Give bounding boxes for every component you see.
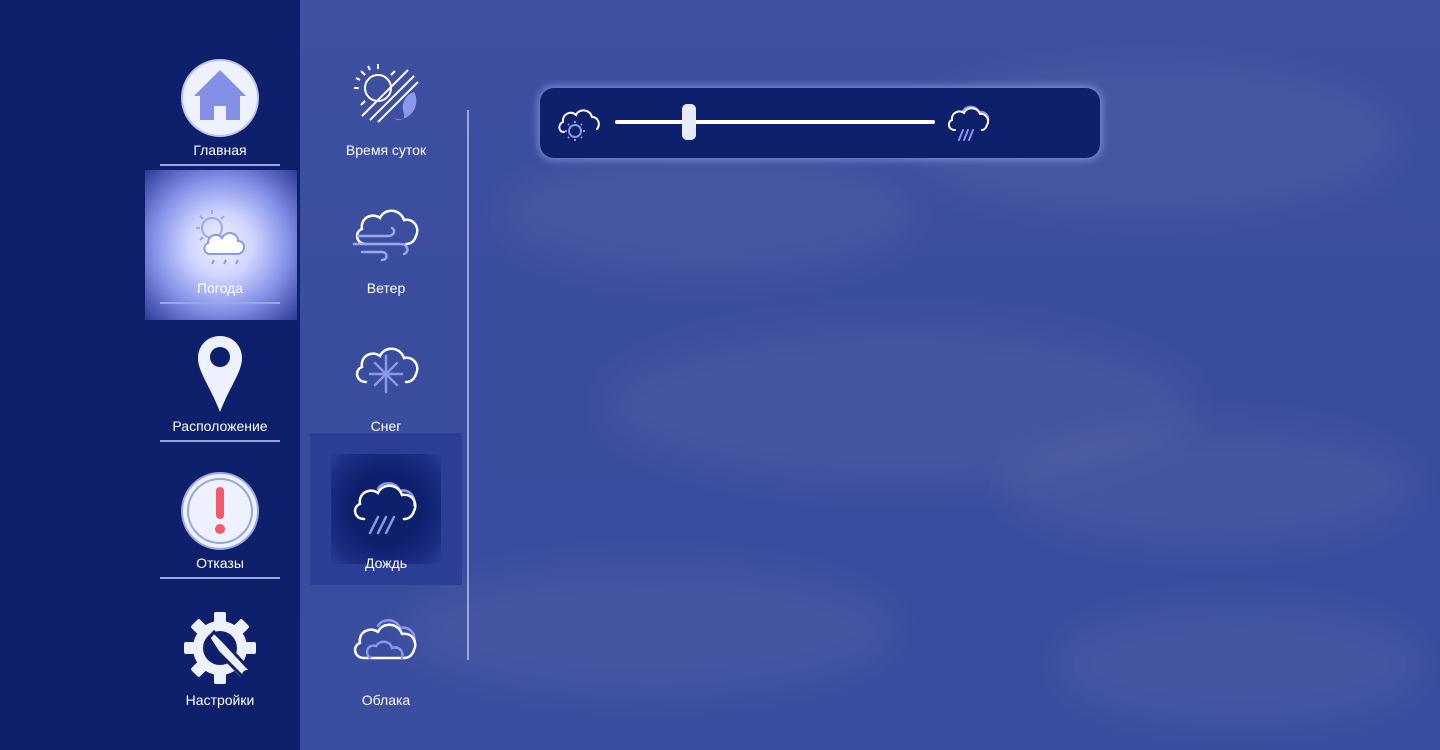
nav-divider: [160, 577, 280, 579]
rain-intensity-slider[interactable]: [615, 104, 935, 140]
home-icon: [181, 59, 259, 137]
slider-thumb[interactable]: [681, 104, 696, 140]
nav-divider: [160, 302, 280, 304]
nav-label-weather: Погода: [196, 280, 244, 296]
nav-item-location[interactable]: Расположение: [160, 308, 280, 446]
rain-cloud-icon: [353, 482, 417, 535]
snow-cloud-icon: [355, 347, 419, 394]
wind-cloud-icon: [352, 209, 419, 262]
submenu-item-time-of-day[interactable]: Время суток: [310, 32, 462, 170]
weather-icon: [196, 210, 246, 265]
rain-intensity-panel: [540, 88, 1100, 158]
submenu-label-snow: Снег: [370, 418, 402, 434]
warning-icon: [181, 472, 259, 550]
nav-label-location: Расположение: [172, 418, 268, 434]
submenu-divider: [467, 110, 469, 660]
settings-icon: [184, 612, 256, 684]
nav-label-home: Главная: [193, 142, 247, 158]
submenu-label-rain: Дождь: [364, 555, 408, 571]
nav-item-settings[interactable]: Настройки: [160, 582, 280, 720]
nav-item-home[interactable]: Главная: [160, 32, 280, 170]
submenu-item-clouds[interactable]: Облака: [310, 582, 462, 720]
location-pin-icon: [198, 336, 242, 412]
submenu-label-wind: Ветер: [366, 280, 406, 296]
nav-item-faults[interactable]: Отказы: [160, 445, 280, 583]
submenu-item-wind[interactable]: Ветер: [310, 170, 462, 308]
nav-item-weather[interactable]: Погода: [160, 170, 280, 308]
submenu-item-snow[interactable]: Снег: [310, 308, 462, 446]
nav-divider: [160, 164, 280, 166]
nav-label-faults: Отказы: [196, 555, 244, 571]
submenu-item-rain[interactable]: Дождь: [310, 445, 462, 583]
heavy-rain-icon: [947, 105, 990, 141]
submenu-label-clouds: Облака: [361, 692, 411, 708]
partly-cloudy-sun-icon: [558, 109, 600, 141]
nav-label-settings: Настройки: [185, 692, 255, 708]
day-night-icon: [354, 64, 419, 123]
clouds-icon: [353, 619, 417, 660]
nav-divider: [160, 440, 280, 442]
submenu-label-time-of-day: Время суток: [345, 142, 427, 158]
